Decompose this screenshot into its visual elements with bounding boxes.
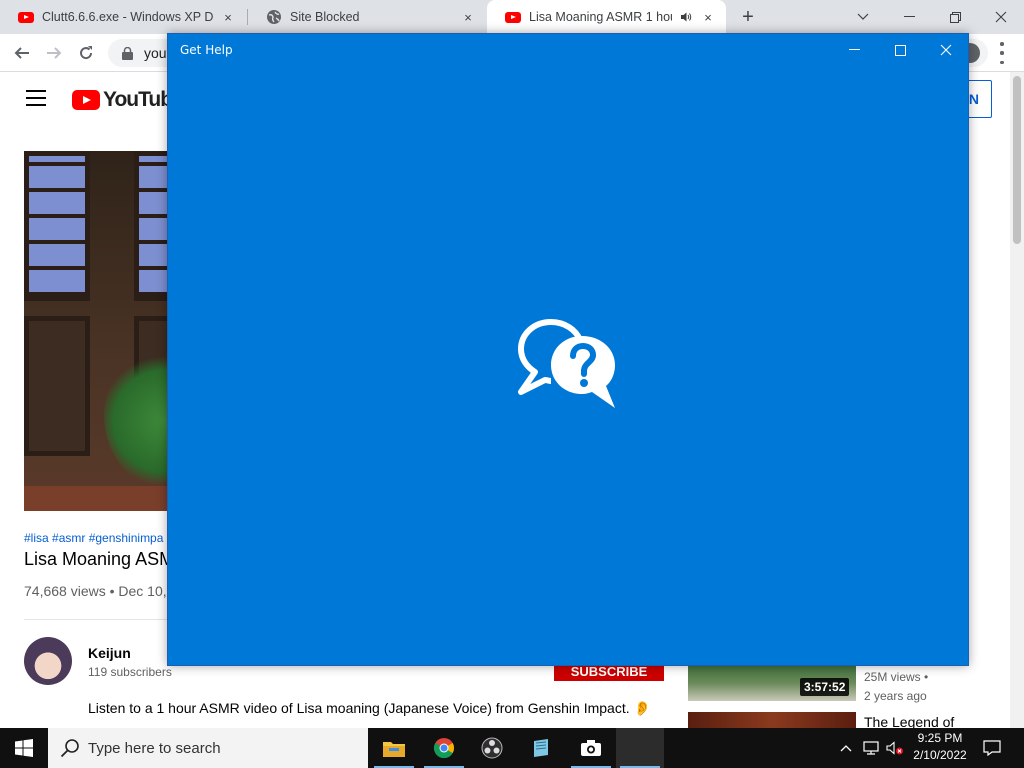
- restore-icon[interactable]: [932, 0, 978, 34]
- recommended-age: 2 years ago: [864, 689, 927, 703]
- scrollbar-thumb[interactable]: [1013, 76, 1021, 244]
- minimize-icon[interactable]: [831, 34, 877, 66]
- browser-tab-strip: Clutt6.6.6.exe - Windows XP Der × Site B…: [0, 0, 1024, 34]
- get-help-taskbar-icon[interactable]: [616, 728, 664, 768]
- browser-tab-3-active[interactable]: Lisa Moaning ASMR 1 hour ( ×: [487, 0, 726, 34]
- notes-icon[interactable]: [517, 728, 565, 768]
- recommended-thumbnail[interactable]: [688, 712, 856, 728]
- recommended-views: 25M views •: [864, 670, 929, 684]
- volume-muted-icon[interactable]: [884, 728, 906, 768]
- camera-icon[interactable]: [567, 728, 615, 768]
- notification-center-icon[interactable]: [976, 728, 1008, 768]
- clock-time: 9:25 PM: [917, 731, 963, 745]
- chrome-icon[interactable]: [420, 728, 468, 768]
- network-icon[interactable]: [860, 728, 882, 768]
- youtube-play-icon: [72, 90, 100, 110]
- system-clock[interactable]: 9:25 PM 2/10/2022: [908, 730, 972, 766]
- minimize-icon[interactable]: [886, 0, 932, 34]
- taskbar: Type here to search 9:25 PM 2/10/2022: [0, 728, 1024, 768]
- video-duration-badge: 3:57:52: [800, 678, 850, 696]
- close-icon[interactable]: ×: [220, 9, 236, 25]
- file-explorer-icon[interactable]: [370, 728, 418, 768]
- browser-tab-2[interactable]: Site Blocked ×: [248, 0, 486, 34]
- close-window-icon[interactable]: [978, 0, 1024, 34]
- video-meta: 74,668 views • Dec 10,: [24, 583, 167, 599]
- maximize-icon[interactable]: [877, 34, 923, 66]
- close-icon[interactable]: ×: [460, 9, 476, 25]
- back-icon[interactable]: [8, 39, 36, 67]
- windows-start-icon[interactable]: [0, 728, 48, 768]
- tab-title: Site Blocked: [290, 10, 360, 24]
- video-title: Lisa Moaning ASM: [24, 549, 175, 569]
- tab-title: Lisa Moaning ASMR 1 hour (: [529, 10, 672, 24]
- new-tab-button[interactable]: +: [737, 6, 759, 28]
- get-help-window[interactable]: Get Help: [167, 33, 969, 666]
- obs-icon[interactable]: [468, 728, 516, 768]
- window-title: Get Help: [180, 43, 233, 57]
- get-help-icon: [518, 319, 615, 408]
- menu-icon[interactable]: [1000, 42, 1004, 64]
- taskbar-search-input[interactable]: Type here to search: [48, 728, 368, 768]
- video-hashtags[interactable]: #lisa #asmr #genshinimpa: [24, 531, 163, 545]
- tab-search-icon[interactable]: [840, 0, 886, 34]
- youtube-icon: [505, 9, 521, 25]
- forward-icon[interactable]: [40, 39, 68, 67]
- video-wall-panel: [24, 316, 90, 456]
- video-window-lattice: [24, 151, 90, 301]
- avatar[interactable]: [24, 637, 72, 685]
- video-description: Listen to a 1 hour ASMR video of Lisa mo…: [88, 700, 651, 716]
- tab-title: Clutt6.6.6.exe - Windows XP Der: [42, 10, 214, 24]
- channel-subscribers: 119 subscribers: [88, 665, 172, 679]
- youtube-icon: [18, 9, 34, 25]
- close-icon[interactable]: [923, 34, 969, 66]
- close-icon[interactable]: ×: [700, 9, 716, 25]
- clock-date: 2/10/2022: [913, 748, 967, 762]
- globe-icon: [266, 9, 282, 25]
- channel-name[interactable]: Keijun: [88, 645, 131, 661]
- browser-tab-1[interactable]: Clutt6.6.6.exe - Windows XP Der ×: [0, 0, 246, 34]
- reload-icon[interactable]: [72, 39, 100, 67]
- chevron-up-icon[interactable]: [836, 728, 856, 768]
- search-placeholder: Type here to search: [88, 739, 221, 757]
- hamburger-icon[interactable]: [26, 90, 46, 106]
- lock-icon[interactable]: [120, 46, 134, 60]
- search-icon: [60, 739, 79, 758]
- speaker-icon[interactable]: [678, 9, 694, 25]
